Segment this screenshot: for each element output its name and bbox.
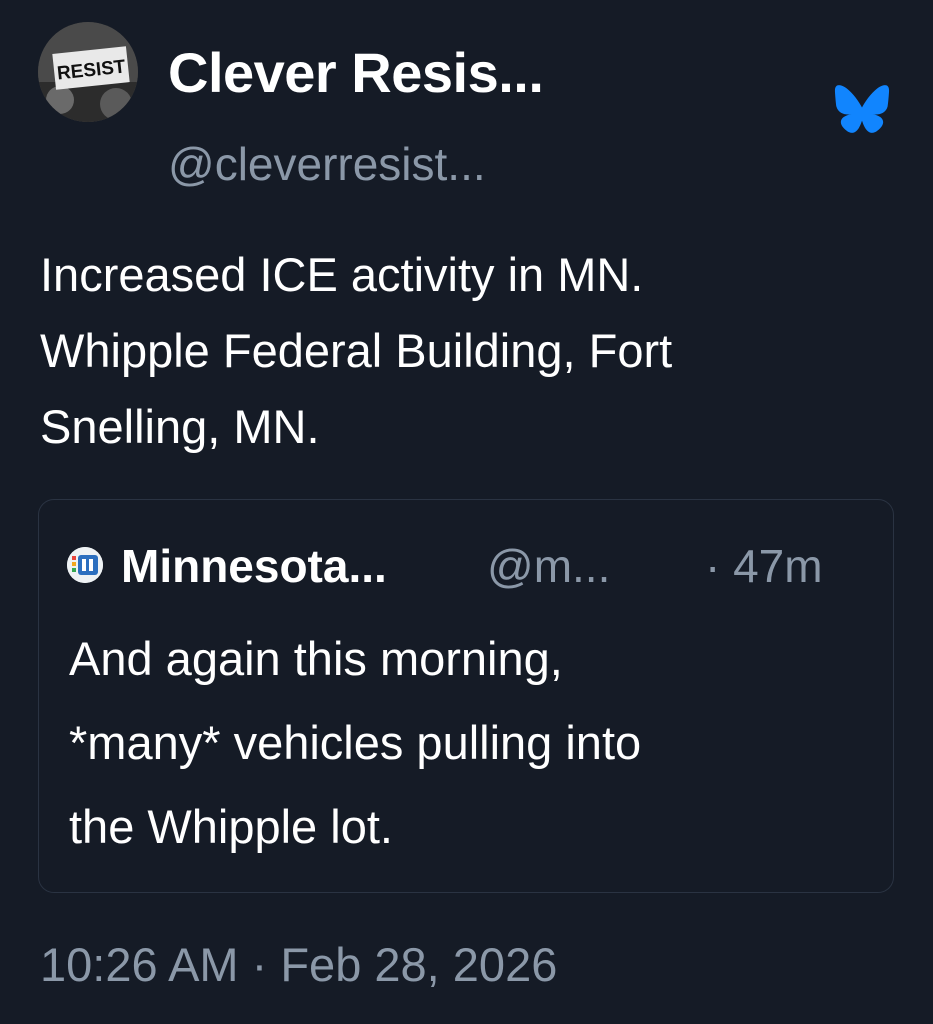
post-body-line: Snelling, MN. (40, 400, 320, 453)
author-handle[interactable]: @cleverresist... (168, 136, 486, 192)
quoted-post-time: · 47m (705, 540, 823, 592)
bluesky-butterfly-icon (834, 85, 890, 133)
post: RESIST Clever Resis... @cleverresist... … (0, 0, 933, 1024)
post-timestamp: 10:26 AM · Feb 28, 2026 (40, 938, 558, 991)
quoted-post-body-line: the Whipple lot. (69, 800, 393, 853)
post-body-line: Increased ICE activity in MN. (40, 248, 644, 301)
post-body-line: Whipple Federal Building, Fort (40, 324, 673, 377)
quoted-post-body: And again this morning, *many* vehicles … (69, 617, 869, 869)
resist-sign-avatar-icon: RESIST (38, 22, 138, 122)
author-avatar[interactable]: RESIST (38, 22, 138, 122)
author-display-name[interactable]: Clever Resis... (168, 40, 544, 106)
minnesota-news-avatar-icon (67, 547, 103, 583)
post-body: Increased ICE activity in MN. Whipple Fe… (40, 237, 900, 465)
quoted-post-body-line: And again this morning, (69, 632, 563, 685)
quoted-author-handle[interactable]: @m... (487, 538, 610, 594)
quoted-post-card[interactable]: Minnesota... @m... · 47m And again this … (38, 499, 894, 893)
quoted-author-avatar[interactable] (67, 547, 103, 583)
quoted-post-body-line: *many* vehicles pulling into (69, 716, 642, 769)
quoted-author-display-name[interactable]: Minnesota... (121, 538, 387, 594)
